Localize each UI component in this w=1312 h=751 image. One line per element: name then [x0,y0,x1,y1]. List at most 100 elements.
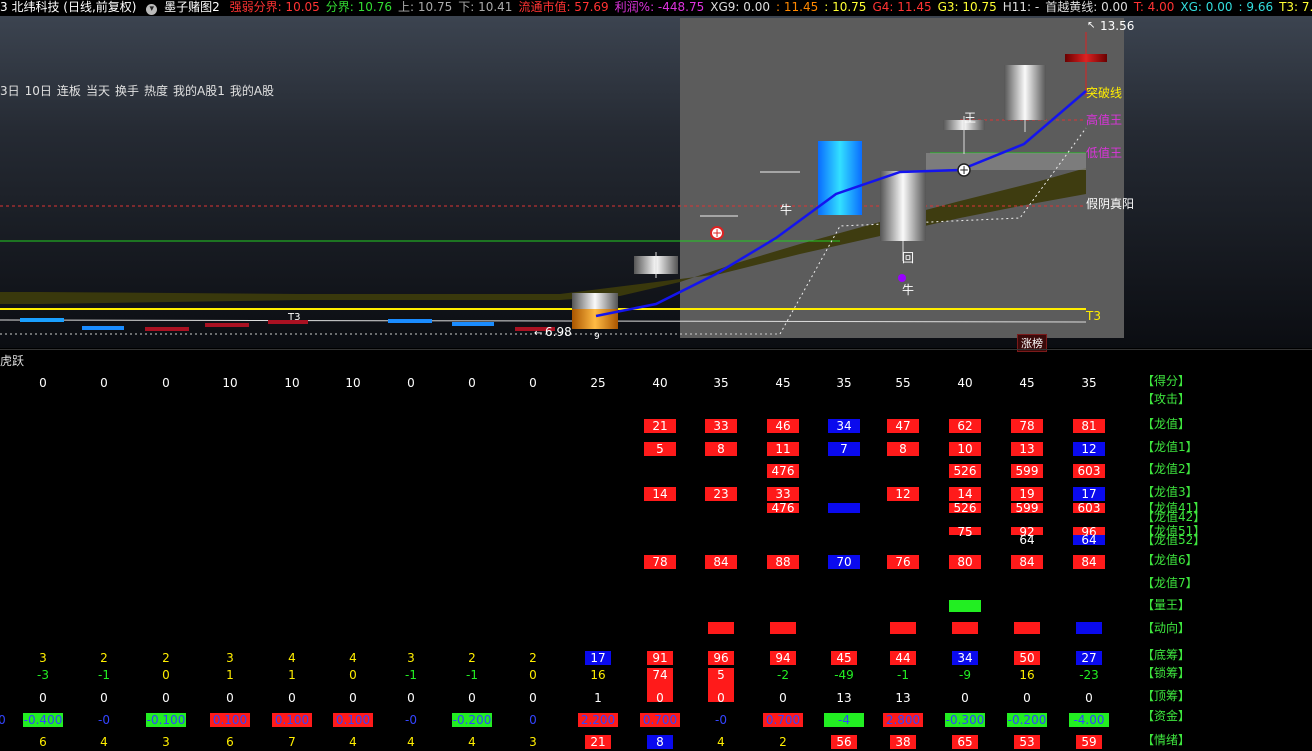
row-label-longzhi2: 【龙值2】 [1142,462,1198,476]
lock-chip-cell: 0 [349,668,357,682]
period-tab[interactable]: 当天 [86,84,110,98]
bottom-chip-cell: 2 [100,651,108,665]
bottom-chip-cell: 3 [39,651,47,665]
lock-chip-cell: -49 [834,668,854,682]
candle [1004,65,1046,120]
gray-zone [926,153,1086,170]
plus-icon: + [959,163,969,177]
top-chip-cell: 0 [961,691,969,705]
score-cell: 0 [468,376,476,390]
capital-cell: -0.300 [945,713,985,727]
sentiment-cell: 21 [585,735,611,749]
wang-label: 王 [964,111,976,125]
dragon51-cell: 75 [949,526,981,538]
capital-cell: 2.200 [578,713,618,727]
capital-cell: 0.700 [763,713,803,727]
dragon-value-cell: 62 [949,419,981,433]
bottom-chip-cell: 3 [226,651,234,665]
capital-cell: 0.100 [210,713,250,727]
top-chip-cell: 1 [594,691,602,705]
capital-cell: -0 [98,713,110,727]
row-label-dingchou: 【顶筹】 [1142,689,1191,703]
sentiment-cell: 4 [717,735,725,749]
sentiment-cell: 56 [831,735,857,749]
lock-chip-cell: -1 [466,668,478,682]
row-label-longzhi: 【龙值】 [1142,417,1191,431]
dragon41-cell: 603 [1073,502,1105,514]
period-tab[interactable]: 我的A股 [230,84,274,98]
dragon51-cell: 92 [1011,526,1043,538]
volume-bar [145,327,189,331]
lock-chip-cell: 0 [529,668,537,682]
row-label-longzhi42: 【龙值42】 [1142,510,1206,524]
sentiment-cell: 6 [226,735,234,749]
chevron-down-icon[interactable]: ▾ [146,4,158,15]
dragon41-cell: 476 [767,502,799,514]
period-tab[interactable]: 换手 [115,84,139,98]
candle [880,171,926,241]
dragon-value-cell: 78 [1011,419,1043,433]
capital-cell: -0.100 [146,713,186,727]
top-chip-cell: 0 [226,691,234,705]
dragon51-cell: 96 [1073,526,1105,538]
lock-chip-cell: -1 [897,668,909,682]
dragon3-cell: 14 [949,487,981,501]
dragon1-cell: 11 [767,442,799,456]
candle [572,293,618,309]
top-chip-cell: 0 [162,691,170,705]
price-chart[interactable]: + +13.56 ↖ 突破线 高值王 低值王 假阴真阳 T3 T3 牛牛回王 6.98 ← 9 3日 10… [0,16,1312,348]
capital-cell: -4.00 [1069,713,1109,727]
volume-bar [82,326,124,330]
topbar-value: G4: 11.45 [872,0,932,14]
dragon1-cell: 8 [887,442,919,456]
row-label-zijin: 【资金】 [1142,709,1191,723]
topbar-value: G3: 10.75 [937,0,997,14]
row-label-longzhi52: 【龙值52】 [1142,533,1206,547]
dragon6-cell: 78 [644,555,676,569]
topbar-value: : 11.45 [776,0,819,14]
topbar-value: 首越黄线: 0.00 [1045,0,1128,14]
sentiment-cell: 53 [1014,735,1040,749]
capital-cell: -0.400 [23,713,63,727]
row-label-longzhi1: 【龙值1】 [1142,440,1198,454]
t3-label-left: T3 [287,312,300,323]
chart-canvas[interactable]: ++13.56↖突破线高值王低值王假阴真阳T3T3牛牛回王6.98← 9 [0,16,1312,348]
dragon3-cell: 33 [767,487,799,501]
capital-cell: -4 [824,713,864,727]
sentiment-cell: 6 [39,735,47,749]
topbar-value: 上: 10.75 [398,0,453,14]
dragon-value-cell: 34 [828,419,860,433]
top-chip-cell: 0 [288,691,296,705]
row-label-dichou: 【底筹】 [1142,648,1191,662]
row-label-longzhi3: 【龙值3】 [1142,485,1198,499]
indicator-name[interactable]: 墨子赌图2 [164,0,220,14]
sentiment-cell: 3 [162,735,170,749]
dragon2-cell: 603 [1073,464,1105,478]
breakout-label: 突破线 [1086,85,1122,100]
period-tab[interactable]: 连板 [57,84,81,98]
dragon6-cell: 84 [1011,555,1043,569]
panel-divider [0,349,1312,350]
period-tab[interactable]: 我的A股1 [173,84,225,98]
period-tab[interactable]: 3日 [0,84,20,98]
purple-dot [898,274,906,282]
dragon3-cell: 12 [887,487,919,501]
lock-chip-cell: -9 [959,668,971,682]
lock-chip-cell: 1 [226,668,234,682]
score-cell: 40 [652,376,668,390]
topbar-value: 流通市值: 57.69 [518,0,609,14]
score-cell: 40 [957,376,973,390]
sentiment-cell: 4 [468,735,476,749]
bottom-chip-cell: 91 [647,651,673,665]
sentiment-cell: 4 [349,735,357,749]
period-tab[interactable]: 热度 [144,84,168,98]
sentiment-cell: 59 [1076,735,1102,749]
volume-king-cell [949,600,981,612]
lower-panel-title: 虎跃 [0,354,25,368]
bottom-chip-cell: 2 [529,651,537,665]
row-label-qingxu: 【情绪】 [1142,733,1191,747]
dragon1-cell: 8 [705,442,737,456]
top-chip-cell: 0 [656,691,664,705]
period-tab[interactable]: 10日 [25,84,52,98]
trend-cell [1076,622,1102,634]
